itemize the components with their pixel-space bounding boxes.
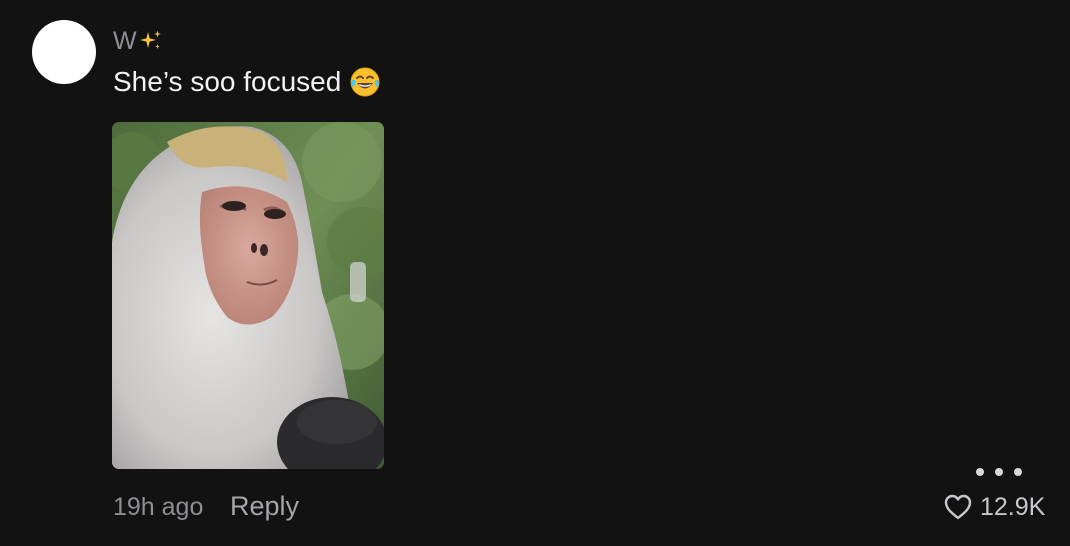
reply-button[interactable]: Reply: [230, 491, 299, 521]
more-dot: [976, 468, 984, 476]
timestamp: 19h ago: [113, 493, 204, 521]
like-count: 12.9K: [980, 493, 1046, 521]
sparkles-icon: [139, 30, 161, 49]
more-dot: [995, 468, 1003, 476]
more-dots-icon[interactable]: [976, 462, 1022, 482]
heart-outline-icon: [944, 494, 972, 520]
face-with-tears-of-joy-icon: [350, 67, 380, 97]
username[interactable]: W: [113, 27, 137, 55]
comment-text-row: She’s soo focused: [113, 64, 381, 100]
more-dot: [1014, 468, 1022, 476]
like-button[interactable]: 12.9K: [944, 492, 1045, 522]
comment-item: W She’s soo focused 19h ago Reply 12.9K: [0, 0, 1070, 546]
monkey-photo-image: [112, 122, 384, 469]
comment-text: She’s soo focused: [113, 66, 342, 97]
monkey-photo[interactable]: [112, 122, 384, 469]
avatar[interactable]: [32, 20, 96, 84]
username-row[interactable]: W: [113, 27, 163, 55]
